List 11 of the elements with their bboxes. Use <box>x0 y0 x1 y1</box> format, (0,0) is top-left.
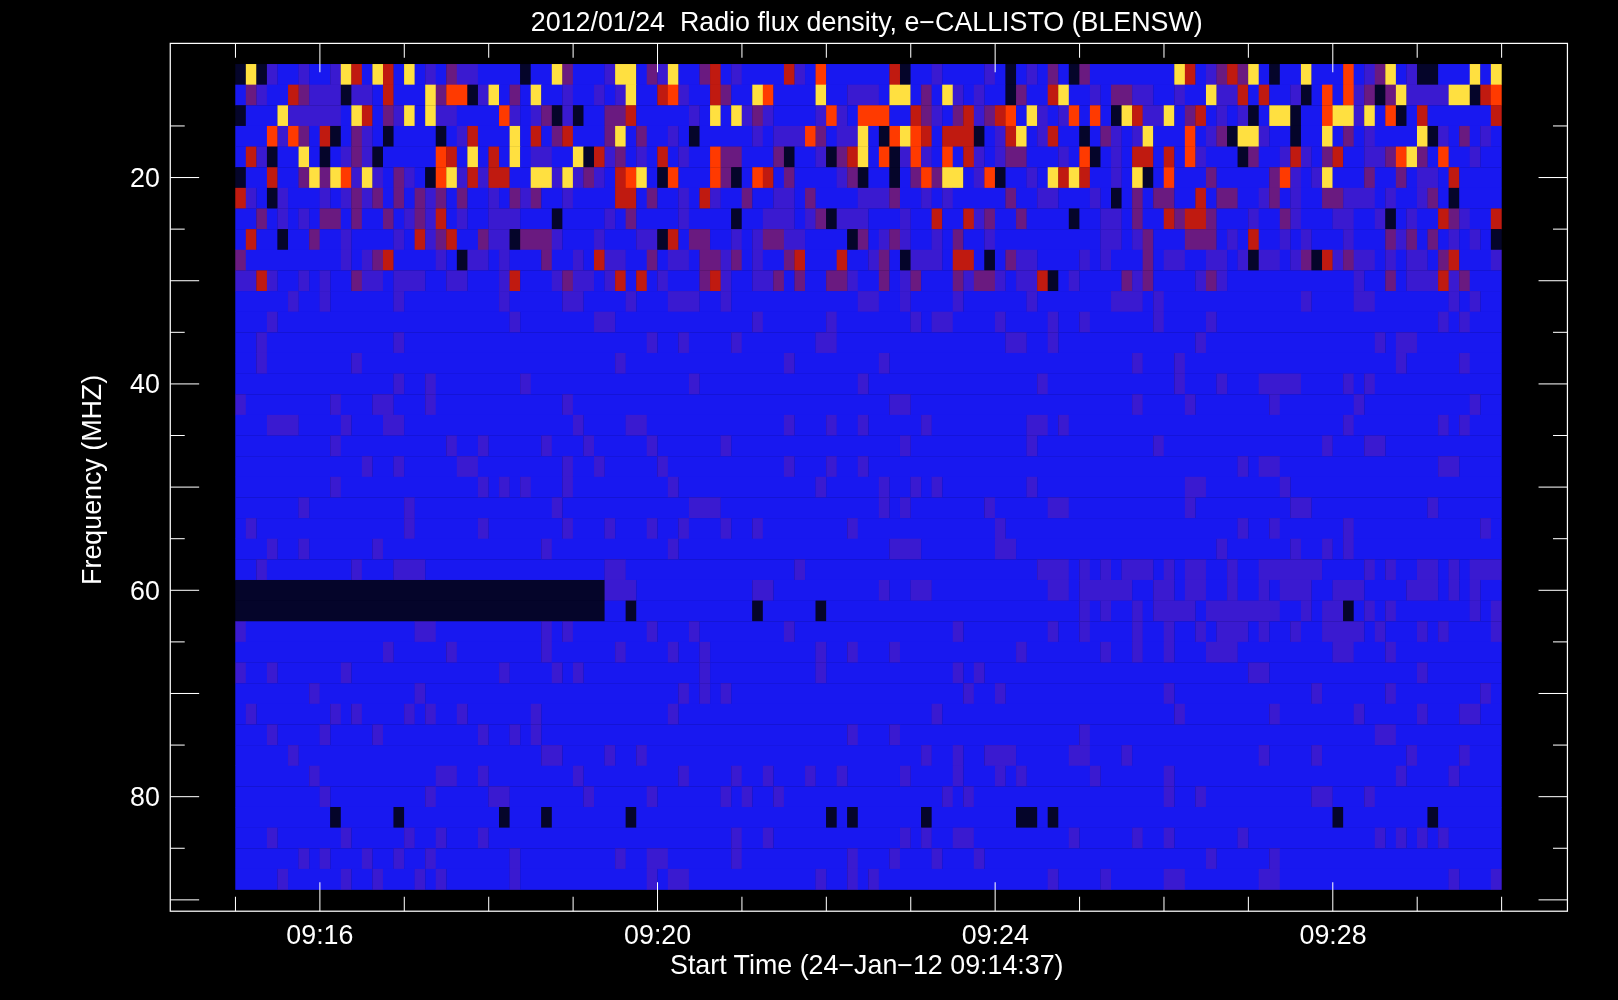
x-tick-label: 09:20 <box>624 920 692 951</box>
y-tick-label: 20 <box>130 162 160 193</box>
y-tick-label: 60 <box>130 575 160 606</box>
chart-title: 2012/01/24 Radio flux density, e−CALLISTO (BLENSW) <box>530 7 1203 37</box>
x-tick-label: 09:24 <box>961 920 1029 951</box>
x-axis-title: Start Time (24−Jan−12 09:14:37) <box>670 950 1064 981</box>
x-tick-label: 09:28 <box>1299 920 1367 951</box>
y-tick-label: 80 <box>130 781 160 812</box>
x-tick-label: 09:16 <box>286 920 354 951</box>
y-axis-title: Frequency (MHZ) <box>77 374 108 585</box>
y-tick-label: 40 <box>130 369 160 400</box>
